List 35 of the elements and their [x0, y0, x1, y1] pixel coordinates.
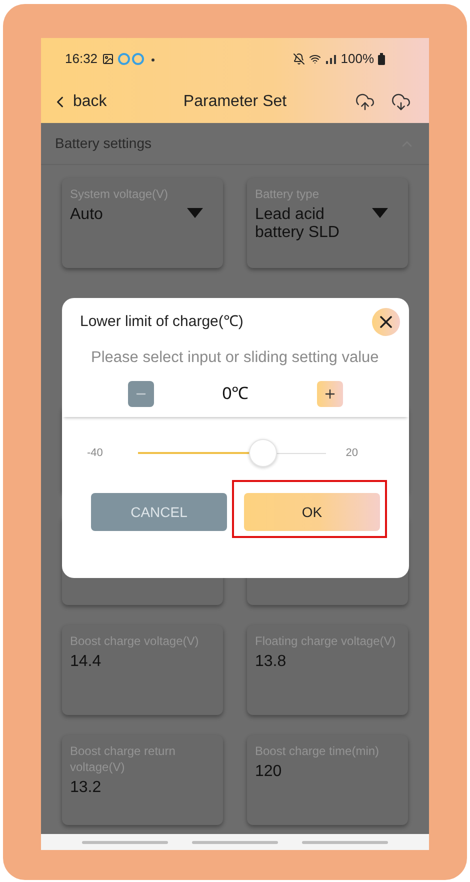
nav-handle[interactable] [192, 840, 278, 844]
increase-button[interactable] [317, 381, 343, 407]
nav-handle[interactable] [82, 840, 168, 844]
back-button[interactable]: back [51, 90, 107, 114]
field-value: 13.8 [255, 653, 288, 671]
slider-min: -40 [87, 446, 104, 461]
slider-track[interactable] [138, 439, 326, 467]
field-value: Auto [70, 206, 104, 224]
decrease-button[interactable] [128, 381, 154, 407]
page-title: Parameter Set [183, 92, 287, 112]
section-header[interactable]: Battery settings [41, 123, 429, 165]
battery-icon [378, 53, 385, 65]
field-value: 13.2 [70, 779, 102, 797]
image-icon [102, 53, 114, 65]
plus-icon [323, 387, 337, 401]
status-time: 16:32 [65, 50, 98, 68]
field-value: 14.4 [70, 653, 102, 671]
app-icons-drawing [118, 53, 156, 65]
cancel-button[interactable]: CANCEL [91, 493, 227, 531]
field-value: Lead acid battery SLD [255, 206, 340, 242]
dialog-hint: Please select input or sliding setting value [90, 348, 380, 367]
slider-thumb[interactable] [249, 439, 278, 467]
section-title: Battery settings [55, 134, 152, 153]
value-display: 0℃ [222, 383, 249, 406]
battery-percent: 100% [340, 50, 374, 68]
signal-icon [324, 54, 337, 64]
field-value: 120 [255, 763, 283, 781]
slider-max: 20 [346, 446, 358, 461]
cloud-download-icon[interactable] [391, 92, 411, 112]
close-button[interactable] [372, 308, 400, 336]
cloud-upload-icon[interactable] [355, 92, 375, 112]
mute-icon [292, 53, 305, 65]
ok-button[interactable]: OK [244, 493, 380, 531]
dialog-title: Lower limit of charge(℃) [80, 312, 244, 332]
nav-handle[interactable] [302, 840, 388, 844]
